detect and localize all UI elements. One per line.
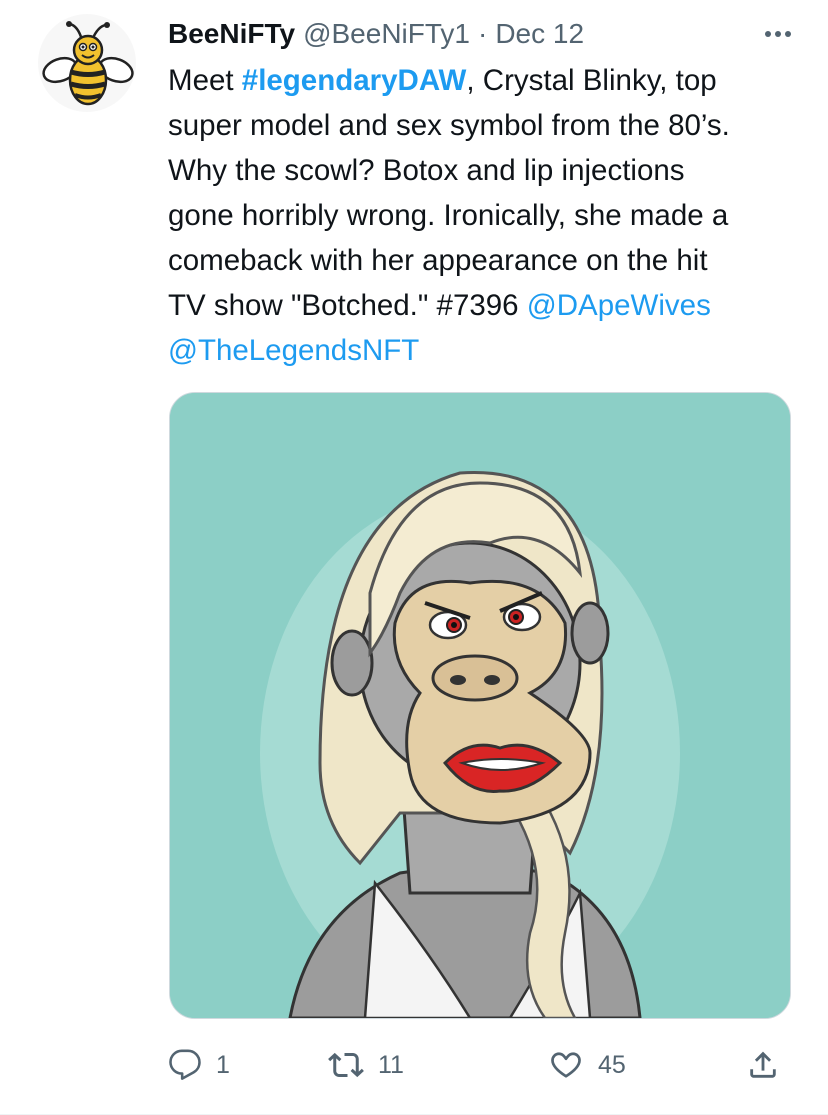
retweet-count: 11 bbox=[378, 1050, 404, 1079]
mention-link[interactable]: @DApeWives bbox=[527, 289, 711, 322]
heart-icon bbox=[551, 1052, 581, 1078]
tweet-text-line: comeback with her appearance on the hit bbox=[168, 244, 708, 277]
share-button[interactable] bbox=[746, 1040, 780, 1090]
ape-portrait-image bbox=[170, 393, 790, 1018]
tweet[interactable]: BeeNiFTy @BeeNiFTy1 · Dec 12 Meet #legen… bbox=[0, 0, 828, 1115]
tweet-text-line: @TheLegendsNFT bbox=[168, 328, 798, 373]
more-options-button[interactable] bbox=[758, 18, 798, 50]
bee-icon bbox=[42, 21, 134, 106]
mention-link[interactable]: @TheLegendsNFT bbox=[168, 334, 419, 367]
tweet-text-line: Meet #legendaryDAW, Crystal Blinky, top bbox=[168, 64, 717, 97]
like-button[interactable]: 45 bbox=[548, 1040, 626, 1090]
tweet-date[interactable]: Dec 12 bbox=[495, 18, 584, 50]
author-display-name[interactable]: BeeNiFTy bbox=[168, 18, 295, 50]
share-icon bbox=[750, 1051, 776, 1078]
tweet-text-line: gone horribly wrong. Ironically, she mad… bbox=[168, 199, 729, 232]
hashtag-link[interactable]: #legendaryDAW bbox=[242, 64, 467, 97]
separator-dot: · bbox=[478, 18, 488, 49]
more-icon bbox=[765, 31, 771, 37]
retweet-icon bbox=[328, 1052, 364, 1078]
reply-count: 1 bbox=[216, 1050, 230, 1079]
avatar[interactable] bbox=[38, 14, 136, 112]
tweet-text: Meet #legendaryDAW, Crystal Blinky, top … bbox=[168, 58, 798, 373]
tweet-text-line: super model and sex symbol from the 80’s… bbox=[168, 109, 730, 142]
tweet-header: BeeNiFTy @BeeNiFTy1 · Dec 12 bbox=[168, 14, 798, 54]
tweet-media-image[interactable] bbox=[169, 392, 791, 1019]
author-handle[interactable]: @BeeNiFTy1 bbox=[303, 18, 470, 50]
reply-icon bbox=[169, 1049, 201, 1080]
like-count: 45 bbox=[598, 1050, 626, 1079]
reply-button[interactable]: 1 bbox=[168, 1040, 230, 1090]
tweet-text-line: TV show "Botched." #7396 @DApeWives bbox=[168, 289, 711, 322]
tweet-text-line: Why the scowl? Botox and lip injections bbox=[168, 154, 685, 187]
retweet-button[interactable]: 11 bbox=[328, 1040, 404, 1090]
tweet-actions: 1 11 45 bbox=[168, 1040, 798, 1090]
